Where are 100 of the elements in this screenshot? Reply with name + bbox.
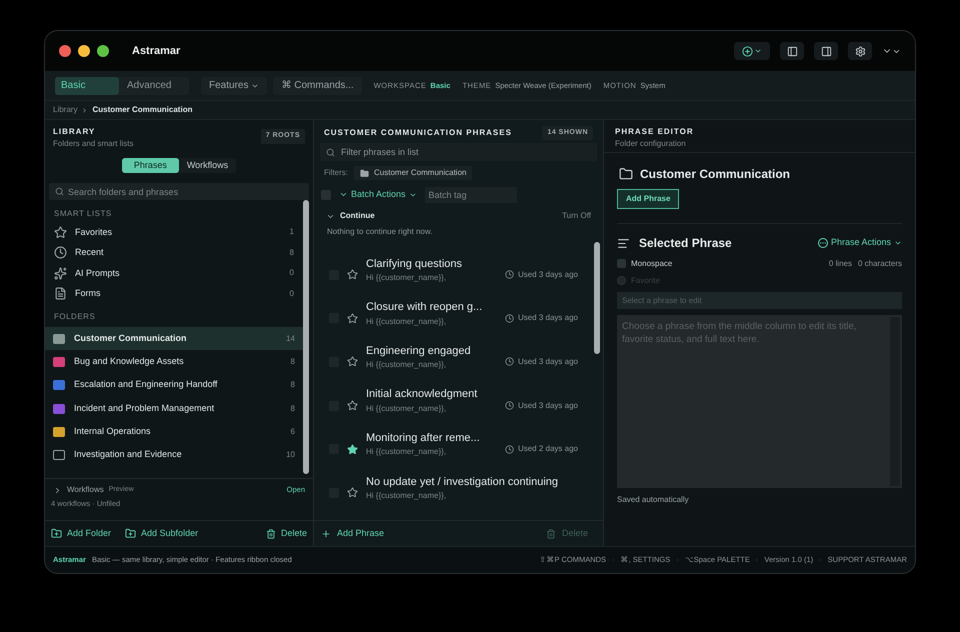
checkbox[interactable] <box>617 259 626 268</box>
star-icon[interactable] <box>347 269 358 280</box>
folder-item[interactable]: Escalation and Engineering Handoff 8 <box>45 374 303 397</box>
settings-icon <box>854 46 866 56</box>
phrase-title: Engineering engaged <box>366 344 471 359</box>
segment-tab[interactable]: Workflows <box>178 158 236 173</box>
star-icon[interactable] <box>347 487 358 498</box>
panel-subtitle: Folder configuration <box>615 138 687 150</box>
phrase-actions-button[interactable]: Phrase Actions <box>818 236 902 250</box>
phrase-row[interactable]: No update yet / investigation continuing Hi {{customer_name}}, <box>314 466 594 510</box>
add-folder-button[interactable]: Add Subfolder <box>125 526 198 540</box>
folder-icon <box>360 168 369 178</box>
smart-list-item[interactable]: Forms 0 <box>45 284 303 304</box>
folder-title: Customer Communication <box>640 166 790 183</box>
left-sidebar-toggle[interactable] <box>780 42 804 60</box>
folder-item[interactable]: Investigation and Evidence 10 <box>45 443 303 467</box>
panel-subtitle: Folders and smart lists <box>53 138 134 150</box>
option-label: Monospace <box>631 258 672 270</box>
breadcrumb-item: Customer Communication <box>92 104 192 116</box>
folder-item[interactable]: Incident and Problem Management 8 <box>45 396 303 420</box>
chevron-icon <box>339 190 348 199</box>
add-phrase-button[interactable]: Add Phrase <box>321 526 384 540</box>
title-field[interactable]: Select a phrase to edit <box>617 292 902 309</box>
last-used: Used 3 days ago <box>504 312 578 324</box>
empty-message: Nothing to continue right now. <box>326 226 434 238</box>
chevron-icon <box>81 106 88 114</box>
smart-list-item[interactable]: Recent 8 <box>45 242 303 263</box>
folder-item[interactable]: Bug and Knowledge Assets 8 <box>45 350 303 374</box>
clock-icon <box>504 444 514 454</box>
phrase-title: No update yet / investigation continuing <box>366 474 558 490</box>
smart-list-item[interactable]: Favorites 1 <box>45 222 303 242</box>
section-label: Workflows <box>67 484 104 496</box>
expand-toggle[interactable] <box>53 486 62 494</box>
caret-icon <box>754 47 762 55</box>
filter-field[interactable]: Filter phrases in list <box>320 143 597 161</box>
trash-icon <box>266 528 276 538</box>
phrase-preview: Hi {{customer_name}}, <box>366 402 448 415</box>
batch-tag-field[interactable]: Batch tag <box>424 186 517 202</box>
clock-icon <box>504 357 514 366</box>
window-title: Astramar <box>132 44 180 59</box>
search-field[interactable]: Search folders and phrases <box>49 183 309 200</box>
mode-tab[interactable]: Advanced <box>119 76 189 94</box>
last-used: Used 2 days ago <box>504 443 578 456</box>
body-field[interactable]: Choose a phrase from the middle column to edit its title, favorite status, and full text here. <box>617 315 888 488</box>
phrase-row[interactable]: Engineering engaged Hi {{customer_name}}, Used 3 days ago <box>314 335 594 379</box>
phrase-preview: Hi {{customer_name}}, <box>366 446 448 458</box>
phrase-title: Monitoring after reme... <box>366 430 480 446</box>
clock-icon <box>504 270 514 280</box>
sparkle-icon <box>54 266 67 280</box>
settings-button[interactable] <box>848 42 872 60</box>
add-menu-button[interactable] <box>734 42 770 60</box>
features-button[interactable]: Features <box>201 76 268 94</box>
smart-list-item[interactable]: AI Prompts 0 <box>45 263 303 284</box>
star-icon[interactable] <box>347 356 358 368</box>
delete-button[interactable]: Delete <box>266 526 307 540</box>
clock-icon <box>504 314 514 323</box>
last-used: Used 3 days ago <box>504 356 578 368</box>
folder-plus-icon <box>125 528 136 539</box>
stat-label: 0 lines <box>828 258 852 270</box>
batch-actions-button[interactable]: Batch Actions <box>339 188 417 202</box>
commands-button[interactable]: ⌘ Commands... <box>273 76 362 94</box>
phrase-row[interactable]: Monitoring after reme... Hi {{customer_name}}, Used 2 days ago <box>314 422 594 466</box>
form-icon <box>54 287 67 300</box>
star-icon <box>54 226 67 239</box>
more-icon <box>818 238 828 248</box>
turn-off-button[interactable]: Turn Off <box>562 210 591 222</box>
folder-item[interactable]: Customer Communication 14 <box>45 327 303 350</box>
phrase-row[interactable]: Initial acknowledgment Hi {{customer_name}}, Used 3 days ago <box>314 378 594 422</box>
segment-tab[interactable]: Phrases <box>122 158 179 173</box>
save-status: Saved automatically <box>617 494 690 506</box>
phrase-row[interactable]: Clarifying questions Hi {{customer_name}}, Used 3 days ago <box>314 248 594 292</box>
add-phrase-button[interactable]: Add Phrase <box>617 189 680 209</box>
panel-title: LIBRARY <box>53 126 96 138</box>
scrollbar[interactable] <box>303 200 309 474</box>
search-icon <box>55 187 64 196</box>
section-heading: FOLDERS <box>53 311 96 323</box>
left-panel-icon <box>786 46 798 56</box>
star-icon[interactable] <box>347 400 358 412</box>
search-icon <box>326 148 335 157</box>
last-used: Used 3 days ago <box>504 268 578 281</box>
clock-icon <box>504 401 514 410</box>
phrase-preview: Hi {{customer_name}}, <box>366 359 448 372</box>
scrollbar[interactable] <box>594 242 600 354</box>
right-sidebar-toggle[interactable] <box>814 42 838 60</box>
star-icon[interactable] <box>347 444 358 455</box>
panel-title: CUSTOMER COMMUNICATION PHRASES <box>324 127 512 139</box>
folder-item[interactable]: Internal Operations 6 <box>45 420 303 444</box>
stat-label: 0 characters <box>858 258 902 270</box>
star-icon[interactable] <box>347 312 358 324</box>
clock-icon <box>54 246 67 260</box>
filter-chip[interactable]: Customer Communication <box>354 166 472 180</box>
phrase-title: Clarifying questions <box>366 256 462 272</box>
folder-icon <box>619 167 633 181</box>
mode-tab[interactable]: Basic <box>55 76 119 94</box>
phrase-row[interactable]: Closure with reopen g... Hi {{customer_name}}, Used 3 days ago <box>314 292 594 336</box>
add-folder-button[interactable]: Add Folder <box>51 526 112 540</box>
phrase-title: Initial acknowledgment <box>366 387 478 402</box>
phrase-preview: Hi {{customer_name}}, <box>366 272 448 284</box>
phrase-preview: Hi {{customer_name}}, <box>366 316 448 328</box>
breadcrumb-item[interactable]: Library <box>53 104 78 116</box>
